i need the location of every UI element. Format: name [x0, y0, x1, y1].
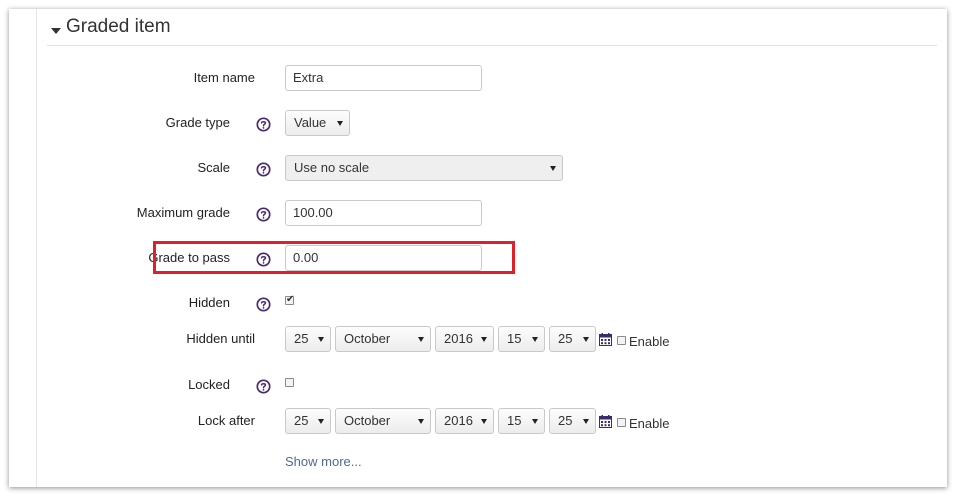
- item-name-control: Extra: [285, 65, 482, 91]
- hidden-until-year-value: 2016: [444, 331, 473, 346]
- lock-after-enable-label[interactable]: Enable: [629, 416, 669, 431]
- locked-label: Locked: [188, 377, 230, 392]
- hidden-until-month-value: October: [344, 331, 391, 346]
- lock-after-minute-value: 25: [558, 413, 573, 428]
- lock-after-month-value: October: [344, 413, 391, 428]
- row-lock-after: Lock after 25 October 2016 15 25 Enable: [37, 408, 937, 436]
- row-scale: Scale Use no scale: [37, 155, 937, 183]
- show-more-link[interactable]: Show more...: [285, 454, 362, 469]
- caret-down-icon[interactable]: [51, 28, 61, 34]
- hidden-until-hour-value: 15: [507, 331, 522, 346]
- row-maximum-grade: Maximum grade 100.00: [37, 200, 937, 228]
- chevron-down-icon: [583, 419, 589, 424]
- lock-after-month-select[interactable]: October: [335, 408, 431, 434]
- grade-type-value: Value: [294, 115, 327, 130]
- lock-after-day-select[interactable]: 25: [285, 408, 331, 434]
- lock-after-label: Lock after: [197, 413, 255, 428]
- help-icon[interactable]: [256, 117, 271, 132]
- chevron-down-icon: [481, 419, 487, 424]
- chevron-down-icon: [418, 337, 424, 342]
- row-hidden-until: Hidden until 25 October 2016 15 25 Enabl…: [37, 326, 937, 354]
- lock-after-enable-checkbox[interactable]: [617, 418, 626, 427]
- hidden-until-year-select[interactable]: 2016: [435, 326, 494, 352]
- help-icon[interactable]: [256, 297, 271, 312]
- row-grade-type: Grade type Value: [37, 110, 937, 138]
- hidden-checkbox[interactable]: ✔: [285, 294, 295, 305]
- help-icon[interactable]: [256, 162, 271, 177]
- help-icon[interactable]: [256, 379, 271, 394]
- chevron-down-icon: [583, 337, 589, 342]
- hidden-until-label: Hidden until: [186, 331, 255, 346]
- scale-select[interactable]: Use no scale: [285, 155, 563, 181]
- lock-after-minute-select[interactable]: 25: [549, 408, 596, 434]
- chevron-down-icon: [337, 121, 343, 126]
- hidden-until-hour-select[interactable]: 15: [498, 326, 545, 352]
- grade-type-select[interactable]: Value: [285, 110, 350, 136]
- calendar-icon[interactable]: [599, 333, 612, 346]
- item-name-label: Item name: [193, 70, 255, 85]
- hidden-until-enable-checkbox[interactable]: [617, 336, 626, 345]
- chevron-down-icon: [481, 337, 487, 342]
- hidden-until-minute-value: 25: [558, 331, 573, 346]
- lock-after-year-value: 2016: [444, 413, 473, 428]
- chevron-down-icon: [318, 337, 324, 342]
- maximum-grade-label: Maximum grade: [136, 205, 230, 220]
- item-name-input[interactable]: Extra: [285, 65, 482, 91]
- highlight-box: [153, 241, 515, 274]
- chevron-down-icon: [318, 419, 324, 424]
- grade-type-label: Grade type: [165, 115, 230, 130]
- scale-value: Use no scale: [294, 160, 370, 175]
- chevron-down-icon: [418, 419, 424, 424]
- chevron-down-icon: [532, 337, 538, 342]
- hidden-until-day-select[interactable]: 25: [285, 326, 331, 352]
- chevron-down-icon: [532, 419, 538, 424]
- section-title: Graded item: [66, 16, 171, 37]
- calendar-icon[interactable]: [599, 415, 612, 428]
- row-locked: Locked: [37, 372, 937, 400]
- lock-after-day-value: 25: [294, 413, 309, 428]
- locked-checkbox[interactable]: [285, 378, 294, 387]
- maximum-grade-control: 100.00: [285, 200, 482, 226]
- chevron-down-icon: [550, 166, 556, 171]
- lock-after-year-select[interactable]: 2016: [435, 408, 494, 434]
- maximum-grade-input[interactable]: 100.00: [285, 200, 482, 226]
- row-hidden: Hidden ✔: [37, 290, 937, 318]
- row-item-name: Item name Extra: [37, 65, 937, 93]
- hidden-until-month-select[interactable]: October: [335, 326, 431, 352]
- hidden-label: Hidden: [188, 295, 230, 310]
- hidden-until-enable-label[interactable]: Enable: [629, 334, 669, 349]
- scale-label: Scale: [197, 160, 230, 175]
- checkmark-icon: ✔: [286, 294, 295, 305]
- lock-after-hour-value: 15: [507, 413, 522, 428]
- lock-after-hour-select[interactable]: 15: [498, 408, 545, 434]
- hidden-until-day-value: 25: [294, 331, 309, 346]
- section-header[interactable]: Graded item: [47, 15, 937, 46]
- hidden-until-minute-select[interactable]: 25: [549, 326, 596, 352]
- help-icon[interactable]: [256, 207, 271, 222]
